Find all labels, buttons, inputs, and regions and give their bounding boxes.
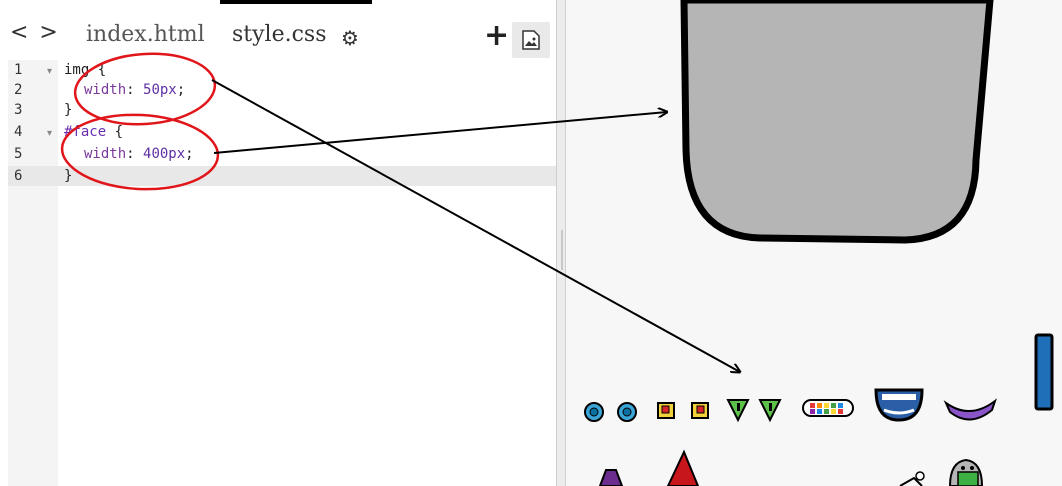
eye-image [617, 402, 637, 422]
code-line-1[interactable]: img { [64, 62, 106, 78]
purple-hat-image [598, 469, 624, 486]
brace: { [106, 124, 124, 140]
tab-bar: < > index.html style.css ⚙ + [0, 0, 556, 60]
code-line-2[interactable]: width: 50px; [84, 82, 185, 98]
preview-pane [566, 0, 1062, 486]
purple-smile-image [943, 398, 997, 421]
square-eye-image [691, 402, 709, 419]
blue-mouth-image [874, 388, 924, 422]
tab-style-css[interactable]: style.css [232, 22, 327, 56]
face-image [680, 0, 994, 244]
css-property: width [84, 82, 127, 98]
eye-image [584, 402, 604, 422]
pane-resize-handle[interactable] [556, 0, 566, 486]
robot-image [948, 458, 984, 486]
semicolon: ; [176, 82, 186, 98]
line-number: 6 [14, 168, 23, 184]
blue-bar-image [1034, 333, 1054, 411]
gear-icon[interactable]: ⚙ [341, 26, 359, 50]
line-number: 4 [14, 124, 23, 140]
fold-arrow-icon[interactable]: ▾ [47, 66, 52, 77]
line-number: 1 [14, 62, 23, 78]
line-number: 2 [14, 82, 23, 98]
semicolon: ; [185, 146, 194, 162]
active-line-highlight [8, 166, 556, 186]
code-line-4[interactable]: #face { [64, 124, 123, 140]
square-eye-image [657, 402, 675, 419]
code-line-6[interactable]: } [64, 168, 72, 184]
line-number: 3 [14, 102, 23, 118]
code-line-3[interactable]: } [64, 102, 72, 118]
image-gallery-button[interactable] [512, 22, 550, 58]
active-tab-indicator [220, 0, 372, 4]
triangle-eye-image [758, 399, 782, 423]
back-forward-nav-icon[interactable]: < > [10, 20, 60, 45]
add-file-button[interactable]: + [484, 18, 509, 53]
tool-image-knob [915, 471, 925, 481]
fold-arrow-icon[interactable]: ▾ [47, 128, 52, 139]
red-hat-image [666, 449, 700, 486]
css-value: 400px [143, 146, 186, 162]
css-value: 50px [143, 82, 177, 98]
line-number: 5 [14, 146, 23, 162]
css-property: width [84, 146, 127, 162]
preview-canvas [584, 0, 1054, 486]
rainbow-mouth-image [802, 399, 854, 417]
tab-index-html[interactable]: index.html [86, 22, 205, 56]
code-editor-panel: < > index.html style.css ⚙ + 1 2 3 4 5 6… [0, 0, 556, 486]
image-file-icon [522, 30, 540, 50]
brace: { [89, 62, 107, 78]
code-line-5[interactable]: width: 400px; [84, 146, 194, 162]
colon: : [126, 82, 144, 98]
colon: : [126, 146, 144, 162]
css-selector: #face [64, 124, 107, 140]
css-selector: img [64, 62, 90, 78]
triangle-eye-image [726, 399, 750, 423]
resize-grip [561, 230, 563, 270]
